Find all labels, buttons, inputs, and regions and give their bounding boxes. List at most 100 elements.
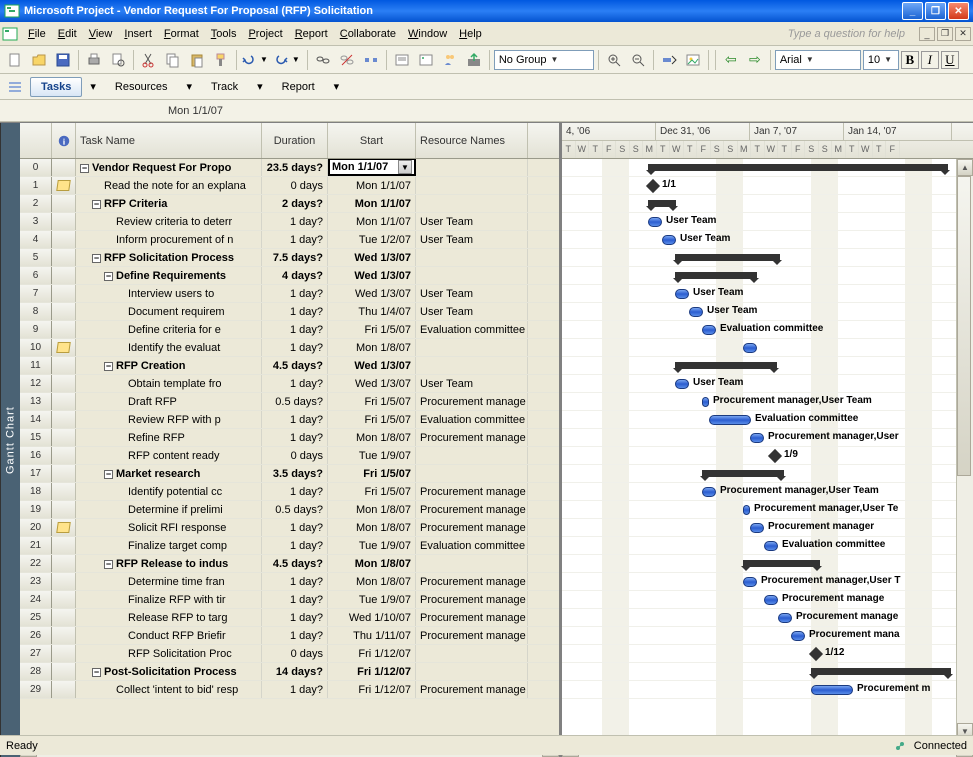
duration-cell[interactable]: 1 day? [262, 321, 328, 338]
duration-cell[interactable]: 1 day? [262, 411, 328, 428]
start-cell[interactable]: Tue 1/9/07 [328, 537, 416, 554]
task-name-header[interactable]: Task Name [76, 123, 262, 158]
task-name-cell[interactable]: −RFP Criteria [76, 195, 262, 212]
gantt-task-bar[interactable] [811, 685, 853, 695]
start-cell[interactable]: Fri 1/12/07 [328, 645, 416, 662]
start-cell[interactable]: Mon 1/8/07 [328, 555, 416, 572]
task-name-cell[interactable]: Obtain template fro [76, 375, 262, 392]
gantt-task-bar[interactable] [702, 325, 716, 335]
duration-cell[interactable]: 0.5 days? [262, 501, 328, 518]
row-id[interactable]: 1 [20, 177, 52, 194]
gantt-summary-bar[interactable] [811, 668, 951, 675]
task-row[interactable]: 0−Vendor Request For Propo23.5 days?Mon … [20, 159, 559, 177]
outline-toggle[interactable]: − [92, 200, 101, 209]
italic-button[interactable]: I [921, 51, 939, 69]
paste-button[interactable] [186, 49, 208, 71]
menu-view[interactable]: View [83, 26, 119, 42]
start-cell-active[interactable]: Mon 1/1/07▼ [328, 159, 416, 176]
format-painter-button[interactable] [210, 49, 232, 71]
bold-button[interactable]: B [901, 51, 919, 69]
duration-cell[interactable]: 1 day? [262, 483, 328, 500]
resource-cell[interactable] [416, 357, 528, 374]
font-name-combo[interactable]: Arial▼ [775, 50, 861, 70]
menu-insert[interactable]: Insert [118, 26, 158, 42]
resource-cell[interactable]: Procurement manage [416, 519, 528, 536]
duration-cell[interactable]: 1 day? [262, 303, 328, 320]
task-row[interactable]: 6−Define Requirements4 days?Wed 1/3/07 [20, 267, 559, 285]
track-dropdown[interactable]: ▾ [253, 77, 267, 96]
task-row[interactable]: 9Define criteria for e1 day?Fri 1/5/07Ev… [20, 321, 559, 339]
report-dropdown[interactable]: ▾ [330, 77, 344, 96]
menu-file[interactable]: File [22, 26, 52, 42]
start-cell[interactable]: Mon 1/1/07 [328, 213, 416, 230]
resource-cell[interactable] [416, 339, 528, 356]
start-cell[interactable]: Fri 1/5/07 [328, 483, 416, 500]
start-cell[interactable]: Fri 1/5/07 [328, 393, 416, 410]
row-id[interactable]: 19 [20, 501, 52, 518]
resource-cell[interactable] [416, 195, 528, 212]
save-button[interactable] [52, 49, 74, 71]
duration-cell[interactable]: 1 day? [262, 573, 328, 590]
mdi-minimize-button[interactable]: _ [919, 27, 935, 41]
task-name-cell[interactable]: Determine time fran [76, 573, 262, 590]
resource-cell[interactable] [416, 447, 528, 464]
resources-tab[interactable]: Resources [104, 77, 179, 97]
menu-edit[interactable]: Edit [52, 26, 83, 42]
task-row[interactable]: 4Inform procurement of n1 day?Tue 1/2/07… [20, 231, 559, 249]
duration-cell[interactable]: 2 days? [262, 195, 328, 212]
task-row[interactable]: 19Determine if prelimi0.5 days?Mon 1/8/0… [20, 501, 559, 519]
resource-cell[interactable]: Procurement manage [416, 483, 528, 500]
duration-cell[interactable]: 1 day? [262, 285, 328, 302]
minimize-button[interactable]: _ [902, 2, 923, 20]
outline-toggle[interactable]: − [104, 560, 113, 569]
task-name-cell[interactable]: Read the note for an explana [76, 177, 262, 194]
task-name-cell[interactable]: Review criteria to deterr [76, 213, 262, 230]
print-button[interactable] [83, 49, 105, 71]
task-row[interactable]: 1 Read the note for an explana0 daysMon 1… [20, 177, 559, 195]
row-id[interactable]: 9 [20, 321, 52, 338]
gantt-task-bar[interactable] [791, 631, 805, 641]
underline-button[interactable]: U [941, 51, 959, 69]
outline-toggle[interactable]: − [104, 362, 113, 371]
duration-cell[interactable]: 1 day? [262, 681, 328, 698]
view-list-button[interactable] [4, 76, 26, 98]
task-row[interactable]: 22−RFP Release to indus4.5 days?Mon 1/8/… [20, 555, 559, 573]
start-header[interactable]: Start [328, 123, 416, 158]
duration-cell[interactable]: 1 day? [262, 591, 328, 608]
start-cell[interactable]: Mon 1/8/07 [328, 519, 416, 536]
start-cell[interactable]: Mon 1/1/07 [328, 177, 416, 194]
print-preview-button[interactable] [107, 49, 129, 71]
task-name-cell[interactable]: −Vendor Request For Propo [76, 159, 262, 176]
gantt-task-bar[interactable] [702, 487, 716, 497]
resource-cell[interactable] [416, 177, 528, 194]
task-row[interactable]: 27RFP Solicitation Proc0 daysFri 1/12/07 [20, 645, 559, 663]
row-id[interactable]: 7 [20, 285, 52, 302]
task-row[interactable]: 24Finalize RFP with tir1 day?Tue 1/9/07P… [20, 591, 559, 609]
resources-dropdown[interactable]: ▾ [182, 77, 196, 96]
duration-cell[interactable]: 1 day? [262, 375, 328, 392]
row-id[interactable]: 12 [20, 375, 52, 392]
duration-cell[interactable]: 0 days [262, 447, 328, 464]
duration-cell[interactable]: 4 days? [262, 267, 328, 284]
mdi-restore-button[interactable]: ❐ [937, 27, 953, 41]
start-cell[interactable]: Thu 1/11/07 [328, 627, 416, 644]
start-cell[interactable]: Fri 1/5/07 [328, 465, 416, 482]
resource-cell[interactable]: Procurement manage [416, 681, 528, 698]
row-id[interactable]: 28 [20, 663, 52, 680]
row-id[interactable]: 4 [20, 231, 52, 248]
gantt-task-bar[interactable] [709, 415, 751, 425]
task-name-cell[interactable]: Identify potential cc [76, 483, 262, 500]
undo-button[interactable]: ▼ [241, 52, 271, 68]
gantt-task-bar[interactable] [743, 505, 750, 515]
task-name-cell[interactable]: −RFP Solicitation Process [76, 249, 262, 266]
row-id[interactable]: 26 [20, 627, 52, 644]
duration-cell[interactable]: 1 day? [262, 213, 328, 230]
task-name-cell[interactable]: −Define Requirements [76, 267, 262, 284]
duration-cell[interactable]: 0 days [262, 177, 328, 194]
redo-button[interactable]: ▼ [273, 52, 303, 68]
start-cell[interactable]: Wed 1/3/07 [328, 249, 416, 266]
new-button[interactable] [4, 49, 26, 71]
start-cell[interactable]: Wed 1/3/07 [328, 375, 416, 392]
zoom-out-button[interactable] [627, 49, 649, 71]
task-row[interactable]: 7Interview users to1 day?Wed 1/3/07User … [20, 285, 559, 303]
